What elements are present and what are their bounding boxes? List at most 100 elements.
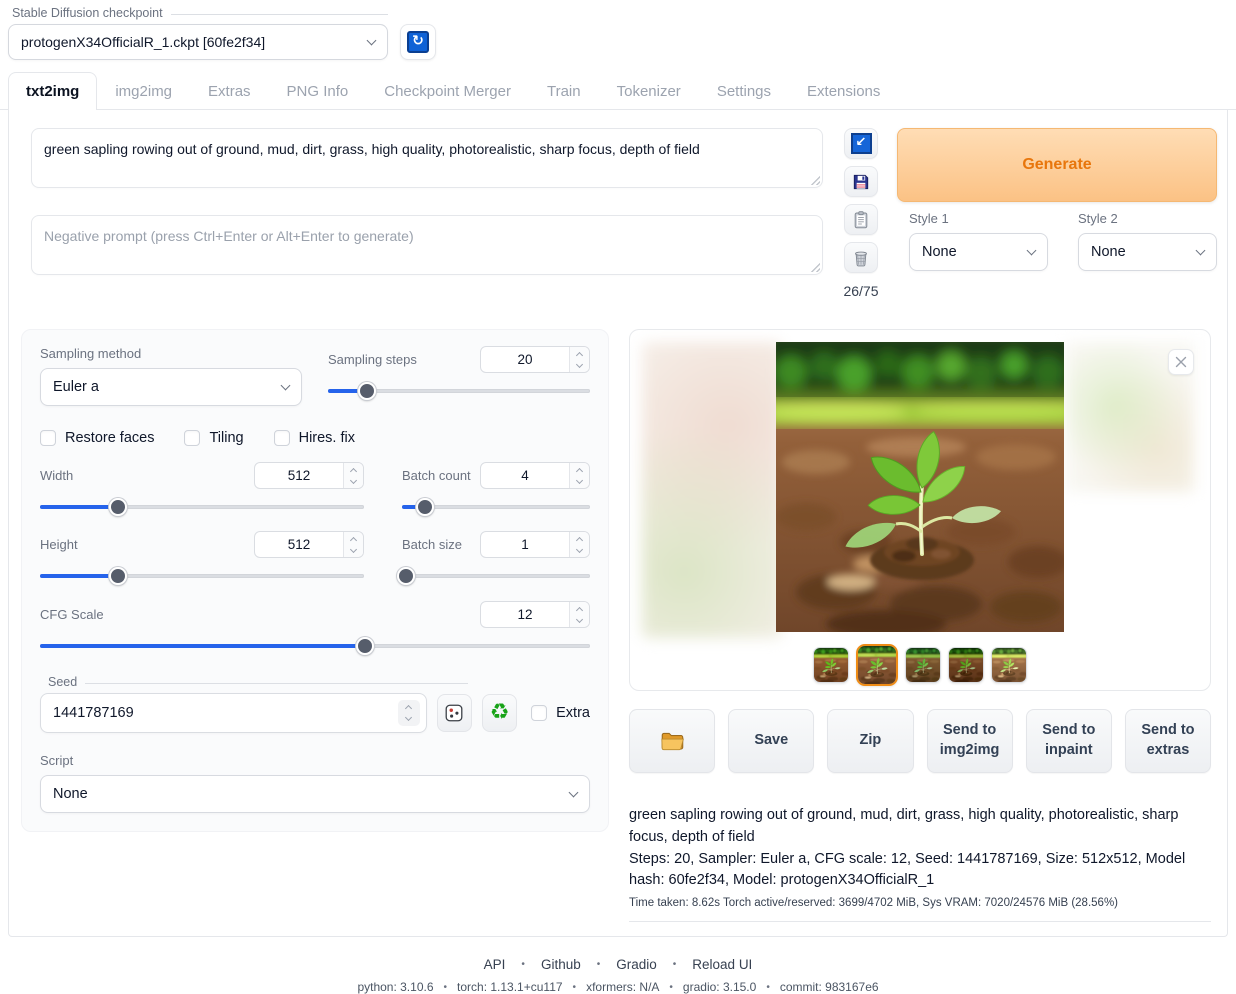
sampling-method-label: Sampling method [40, 346, 302, 361]
tab-extensions[interactable]: Extensions [789, 72, 898, 110]
batch-count-stepper[interactable] [569, 463, 589, 488]
width-slider[interactable] [40, 498, 364, 516]
recycle-icon: ♻ [490, 702, 510, 724]
floppy-disk-icon [851, 172, 871, 192]
gallery-thumbnail-5[interactable] [991, 647, 1027, 683]
gallery-thumbnails [630, 644, 1210, 686]
random-seed-button[interactable] [437, 694, 472, 732]
batch-count-slider[interactable] [402, 498, 590, 516]
send-to-img2img-button[interactable]: Send to img2img [927, 709, 1013, 773]
style1-select[interactable]: None [909, 233, 1048, 271]
gallery-thumbnail-4[interactable] [948, 647, 984, 683]
extra-seed-checkbox[interactable]: Extra [531, 705, 590, 721]
width-label: Width [40, 468, 73, 483]
paste-params-button[interactable]: ↙ [844, 128, 878, 159]
negative-prompt-input[interactable] [31, 215, 823, 275]
send-to-inpaint-button[interactable]: Send to inpaint [1026, 709, 1112, 773]
style2-select[interactable]: None [1078, 233, 1217, 271]
gallery-thumbnail-1[interactable] [813, 647, 849, 683]
prompt-input[interactable]: green sapling rowing out of ground, mud,… [31, 128, 823, 188]
checkbox-box [274, 430, 290, 446]
seed-stepper[interactable] [398, 700, 420, 726]
restore-faces-checkbox[interactable]: Restore faces [40, 430, 154, 446]
height-numbox [254, 531, 364, 558]
refresh-checkpoints-button[interactable]: ↻ [400, 24, 436, 60]
hires-fix-checkbox[interactable]: Hires. fix [274, 430, 355, 446]
tiling-checkbox[interactable]: Tiling [184, 430, 243, 446]
cfg-scale-label: CFG Scale [40, 607, 104, 622]
batch-count-input[interactable] [481, 463, 569, 488]
height-group: Height [40, 531, 364, 585]
slider-handle[interactable] [109, 498, 127, 516]
close-gallery-button[interactable] [1168, 349, 1194, 375]
slider-handle[interactable] [416, 498, 434, 516]
save-button[interactable]: Save [728, 709, 814, 773]
sampling-method-group: Sampling method Euler a [40, 346, 302, 406]
seed-label: Seed [48, 675, 77, 689]
sampling-steps-stepper[interactable] [569, 347, 589, 372]
cfg-scale-input[interactable] [481, 602, 569, 627]
image-actions-row: Save Zip Send to img2img Send to inpaint… [629, 709, 1211, 773]
tab-img2img[interactable]: img2img [97, 72, 190, 110]
batch-size-slider[interactable] [402, 567, 590, 585]
save-style-button[interactable] [844, 166, 878, 197]
generated-image[interactable] [776, 342, 1064, 632]
slider-handle[interactable] [397, 567, 415, 585]
height-stepper[interactable] [343, 532, 363, 557]
checkbox-box [40, 430, 56, 446]
clipboard-icon [851, 210, 871, 230]
sampling-steps-numbox [480, 346, 590, 373]
slider-handle[interactable] [358, 382, 376, 400]
footer-link-api[interactable]: API [484, 957, 506, 972]
cfg-scale-slider[interactable] [40, 637, 590, 655]
footer-link-gradio[interactable]: Gradio [616, 957, 657, 972]
tab-checkpoint-merger[interactable]: Checkpoint Merger [366, 72, 529, 110]
apply-style-button[interactable] [844, 204, 878, 235]
slider-handle[interactable] [356, 637, 374, 655]
batch-count-label: Batch count [402, 468, 471, 483]
batch-size-input[interactable] [481, 532, 569, 557]
footer-link-reload-ui[interactable]: Reload UI [692, 957, 752, 972]
open-folder-button[interactable] [629, 709, 715, 773]
save-label: Save [754, 731, 788, 751]
width-input[interactable] [255, 463, 343, 488]
send-to-extras-button[interactable]: Send to extras [1125, 709, 1211, 773]
gallery-thumbnail-2-selected[interactable] [856, 644, 898, 686]
script-value: None [53, 786, 570, 802]
seed-numbox [40, 693, 427, 733]
checkpoint-select[interactable]: protogenX34OfficialR_1.ckpt [60fe2f34] [8, 24, 388, 60]
hires-fix-label: Hires. fix [299, 430, 355, 446]
send-to-img2img-label: Send to img2img [938, 721, 1002, 760]
tab-train[interactable]: Train [529, 72, 599, 110]
zip-button[interactable]: Zip [827, 709, 913, 773]
dimensions-right: Batch count Batch size [402, 462, 590, 585]
batch-size-stepper[interactable] [569, 532, 589, 557]
tab-settings[interactable]: Settings [699, 72, 789, 110]
settings-panel: Sampling method Euler a Sampling steps [21, 329, 609, 832]
reuse-seed-button[interactable]: ♻ [482, 694, 517, 732]
sampling-steps-input[interactable] [481, 347, 569, 372]
seed-label-row: Seed [48, 675, 468, 689]
style2-group: Style 2 None [1078, 211, 1217, 271]
checkbox-box [531, 705, 547, 721]
generate-button[interactable]: Generate [897, 128, 1217, 202]
sampling-method-select[interactable]: Euler a [40, 368, 302, 406]
style1-group: Style 1 None [909, 211, 1048, 271]
tab-tokenizer[interactable]: Tokenizer [599, 72, 699, 110]
seed-input[interactable] [41, 694, 398, 732]
height-slider[interactable] [40, 567, 364, 585]
tab-extras[interactable]: Extras [190, 72, 269, 110]
script-select[interactable]: None [40, 775, 590, 813]
sampling-steps-slider[interactable] [328, 382, 590, 400]
tab-txt2img[interactable]: txt2img [8, 72, 97, 110]
label-divider [85, 683, 468, 684]
cfg-scale-stepper[interactable] [569, 602, 589, 627]
gallery-thumbnail-3[interactable] [905, 647, 941, 683]
width-stepper[interactable] [343, 463, 363, 488]
tab-png-info[interactable]: PNG Info [269, 72, 367, 110]
slider-handle[interactable] [109, 567, 127, 585]
clear-prompt-button[interactable] [844, 242, 878, 273]
refresh-icon: ↻ [407, 31, 429, 53]
height-input[interactable] [255, 532, 343, 557]
footer-link-github[interactable]: Github [541, 957, 581, 972]
